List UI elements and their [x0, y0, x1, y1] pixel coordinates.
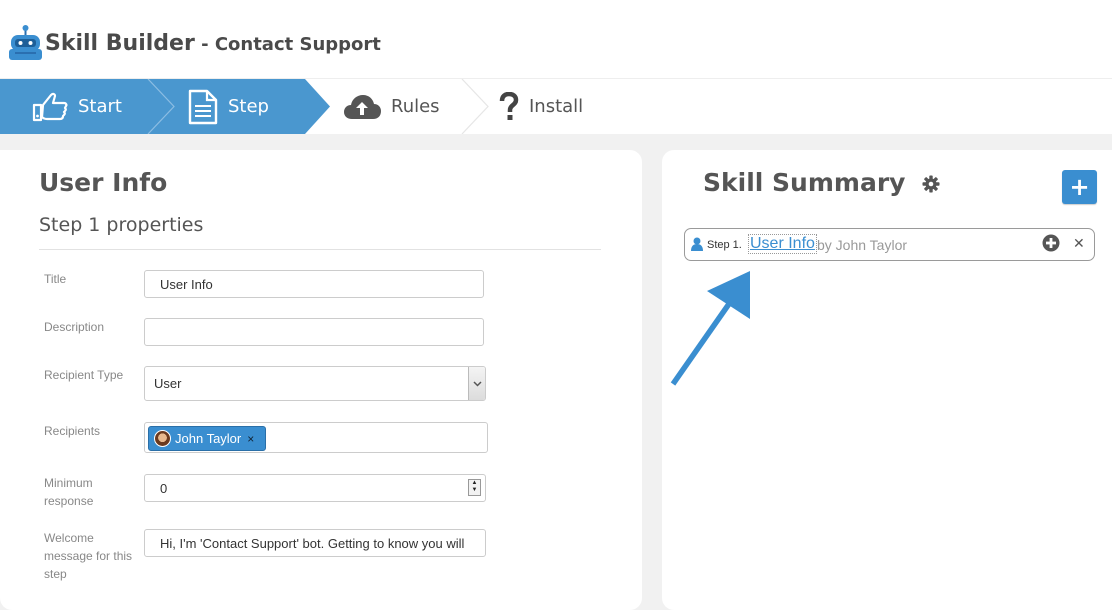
wizard-step-step[interactable]: Step: [188, 79, 269, 134]
spinner-up-icon[interactable]: ▲: [469, 480, 480, 487]
summary-step-prefix: Step 1.: [707, 239, 742, 251]
add-step-button[interactable]: +: [1062, 170, 1097, 204]
summary-step-link[interactable]: User Info: [748, 234, 817, 254]
summary-step-author: by John Taylor: [817, 237, 908, 253]
welcome-message-input[interactable]: Hi, I'm 'Contact Support' bot. Getting t…: [144, 529, 486, 557]
spinner-down-icon[interactable]: ▼: [469, 487, 480, 494]
recipient-type-value: User: [154, 376, 182, 391]
title-input[interactable]: User Info: [144, 270, 484, 298]
wizard-step-install[interactable]: Install: [499, 79, 583, 134]
question-icon: [499, 91, 519, 122]
summary-list-item[interactable]: Step 1. User Info by John Taylor ✕: [684, 228, 1095, 261]
recipients-label: Recipients: [44, 424, 101, 438]
robot-icon: [9, 25, 42, 60]
app-title-separator: -: [194, 34, 215, 55]
user-icon: [691, 237, 703, 251]
wizard-step-rules[interactable]: Rules: [343, 79, 440, 134]
app-subtitle: Contact Support: [214, 34, 381, 55]
document-icon: [188, 89, 218, 125]
summary-title: Skill Summary: [703, 168, 940, 197]
recipients-input[interactable]: John Taylor ×: [144, 422, 488, 453]
remove-token-icon[interactable]: ×: [247, 432, 254, 446]
title-label: Title: [44, 272, 67, 286]
recipient-token[interactable]: John Taylor ×: [148, 426, 266, 451]
summary-title-text: Skill Summary: [703, 168, 906, 197]
wizard-step-label: Rules: [391, 96, 440, 117]
thumbs-up-icon: [32, 92, 68, 122]
welcome-message-label: Welcome message for this step: [44, 531, 133, 581]
recipient-type-select[interactable]: User: [144, 366, 486, 401]
app-title: Skill Builder - Contact Support: [45, 31, 381, 56]
recipient-token-label: John Taylor: [175, 431, 242, 446]
description-label: Description: [44, 320, 105, 334]
description-input[interactable]: [144, 318, 484, 346]
wizard-steps: Start Step Rules Install: [0, 79, 1112, 134]
avatar: [154, 430, 171, 447]
wizard-step-label: Install: [529, 96, 584, 117]
wizard-step-start[interactable]: Start: [32, 79, 122, 134]
remove-step-icon[interactable]: ✕: [1073, 235, 1085, 252]
minimum-response-value: 0: [160, 480, 168, 496]
form-title: User Info: [39, 168, 168, 197]
chevron-down-icon[interactable]: [468, 367, 485, 400]
app-title-text: Skill Builder: [45, 31, 195, 56]
minimum-response-label: Minimum response: [44, 476, 94, 508]
recipient-type-label: Recipient Type: [44, 368, 124, 382]
add-circle-icon[interactable]: [1042, 234, 1060, 252]
number-spinner[interactable]: ▲ ▼: [468, 479, 481, 496]
form-divider: [39, 249, 601, 250]
minimum-response-input[interactable]: 0 ▲ ▼: [144, 474, 486, 502]
wizard-step-label: Step: [228, 96, 269, 117]
app-header: Skill Builder - Contact Support: [0, 0, 1112, 79]
gear-icon[interactable]: [922, 175, 940, 193]
wizard-step-label: Start: [78, 96, 122, 117]
annotation-arrow: [670, 271, 750, 386]
cloud-upload-icon: [343, 93, 381, 121]
form-subtitle: Step 1 properties: [39, 214, 204, 236]
